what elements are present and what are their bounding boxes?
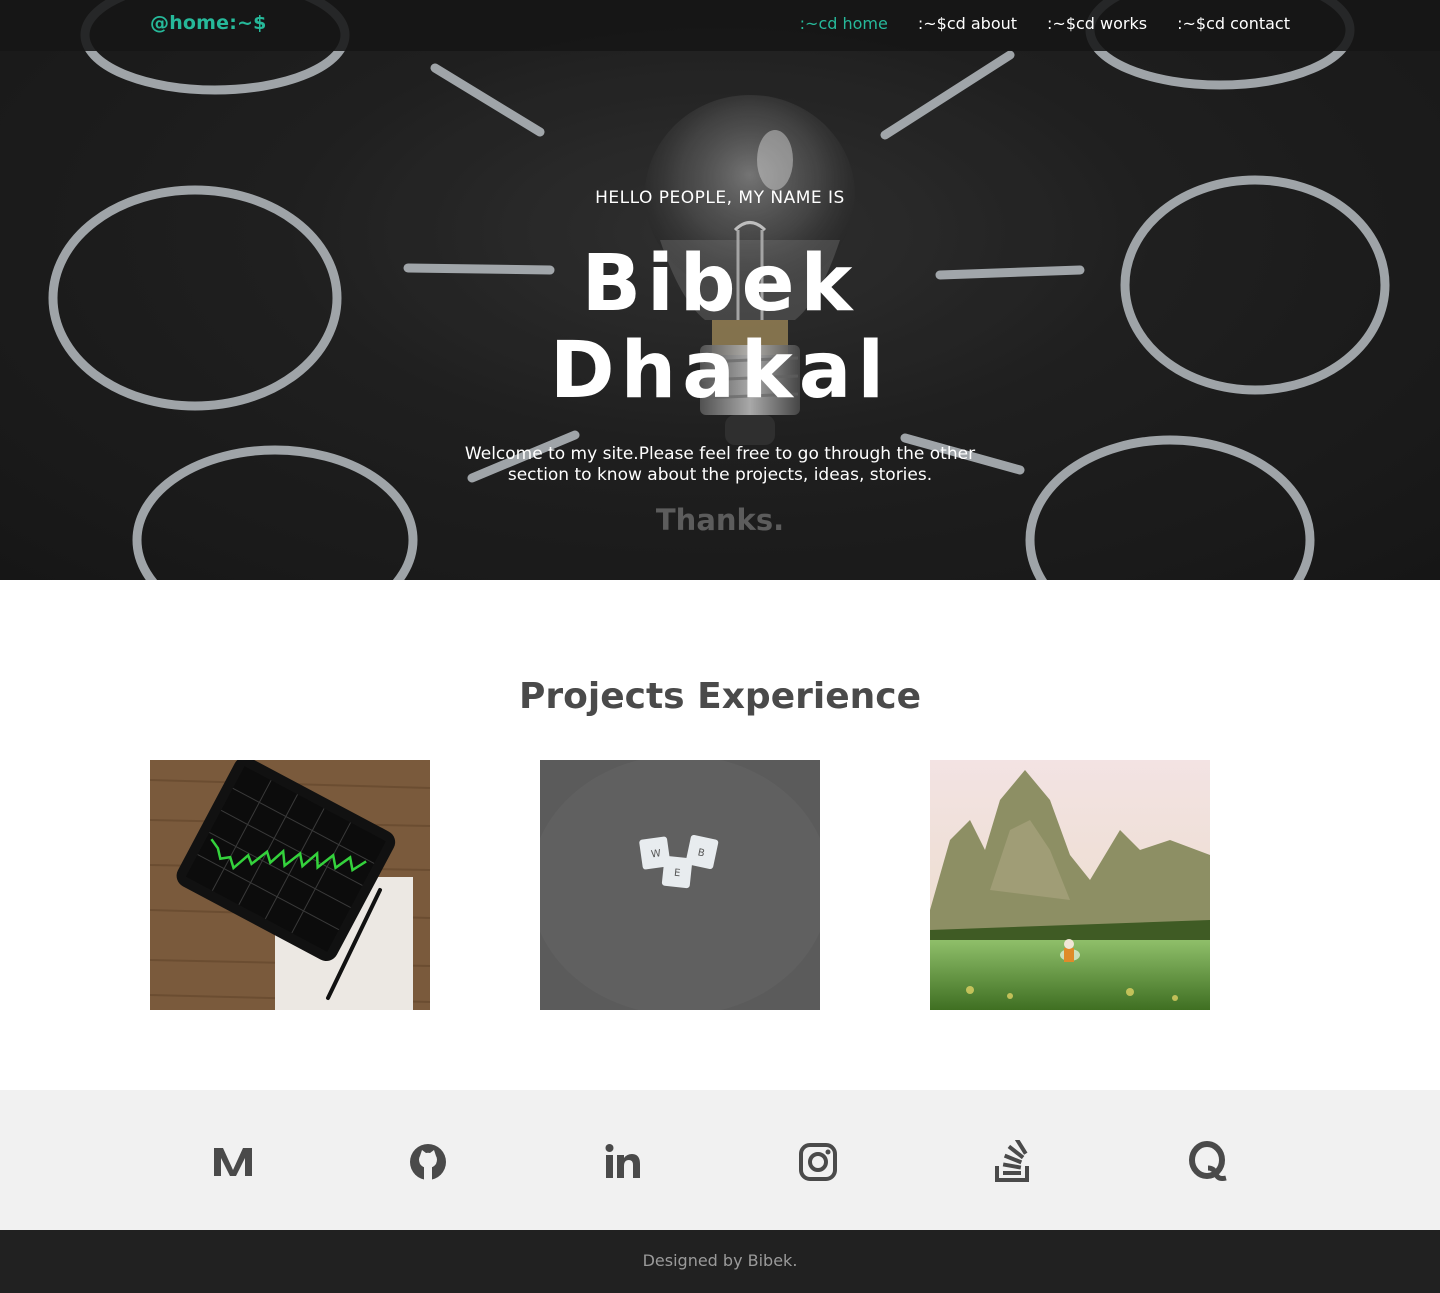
hero-name-first: Bibek [581, 239, 859, 329]
medium-icon[interactable] [211, 1140, 255, 1184]
github-icon[interactable] [406, 1140, 450, 1184]
hero-greeting: HELLO PEOPLE, MY NAME IS [595, 188, 845, 208]
nav-link-works[interactable]: :~$cd works [1047, 14, 1147, 33]
brand-logo-link[interactable]: @home:~$ [150, 12, 267, 34]
svg-text:E: E [673, 868, 680, 880]
tablet-stock-chart-image [150, 760, 430, 1010]
project-card-stock-chart[interactable] [150, 760, 430, 1010]
linkedin-icon[interactable] [601, 1140, 645, 1184]
web-letter-tiles-image: W B E [540, 760, 820, 1010]
project-card-landscape[interactable] [930, 760, 1210, 1010]
nav-link-home[interactable]: :~cd home [800, 14, 888, 33]
projects-section-title: Projects Experience [518, 676, 922, 717]
svg-text:W: W [650, 848, 661, 860]
project-card-web[interactable]: W B E [540, 760, 820, 1010]
hero-thanks-text: Thanks. [655, 503, 785, 537]
social-links-bar [0, 1090, 1440, 1230]
nav-link-about[interactable]: :~$cd about [918, 14, 1017, 33]
mountain-rice-field-image [930, 760, 1210, 1010]
nav-links: :~cd home :~$cd about :~$cd works :~$cd … [800, 14, 1290, 33]
top-navbar: @home:~$ :~cd home :~$cd about :~$cd wor… [0, 0, 1440, 51]
footer-credit-text: Designed by Bibek. [642, 1251, 798, 1270]
hero-content: HELLO PEOPLE, MY NAME IS Bibek Dhakal We… [0, 0, 1440, 580]
nav-link-contact[interactable]: :~$cd contact [1177, 14, 1290, 33]
hero-welcome-text: Welcome to my site.Please feel free to g… [464, 444, 976, 485]
quora-icon[interactable] [1186, 1140, 1230, 1184]
instagram-icon[interactable] [796, 1140, 840, 1184]
page-footer: Designed by Bibek. [0, 1230, 1440, 1293]
stackoverflow-icon[interactable] [991, 1140, 1035, 1184]
hero-name-last: Dhakal [549, 326, 891, 416]
